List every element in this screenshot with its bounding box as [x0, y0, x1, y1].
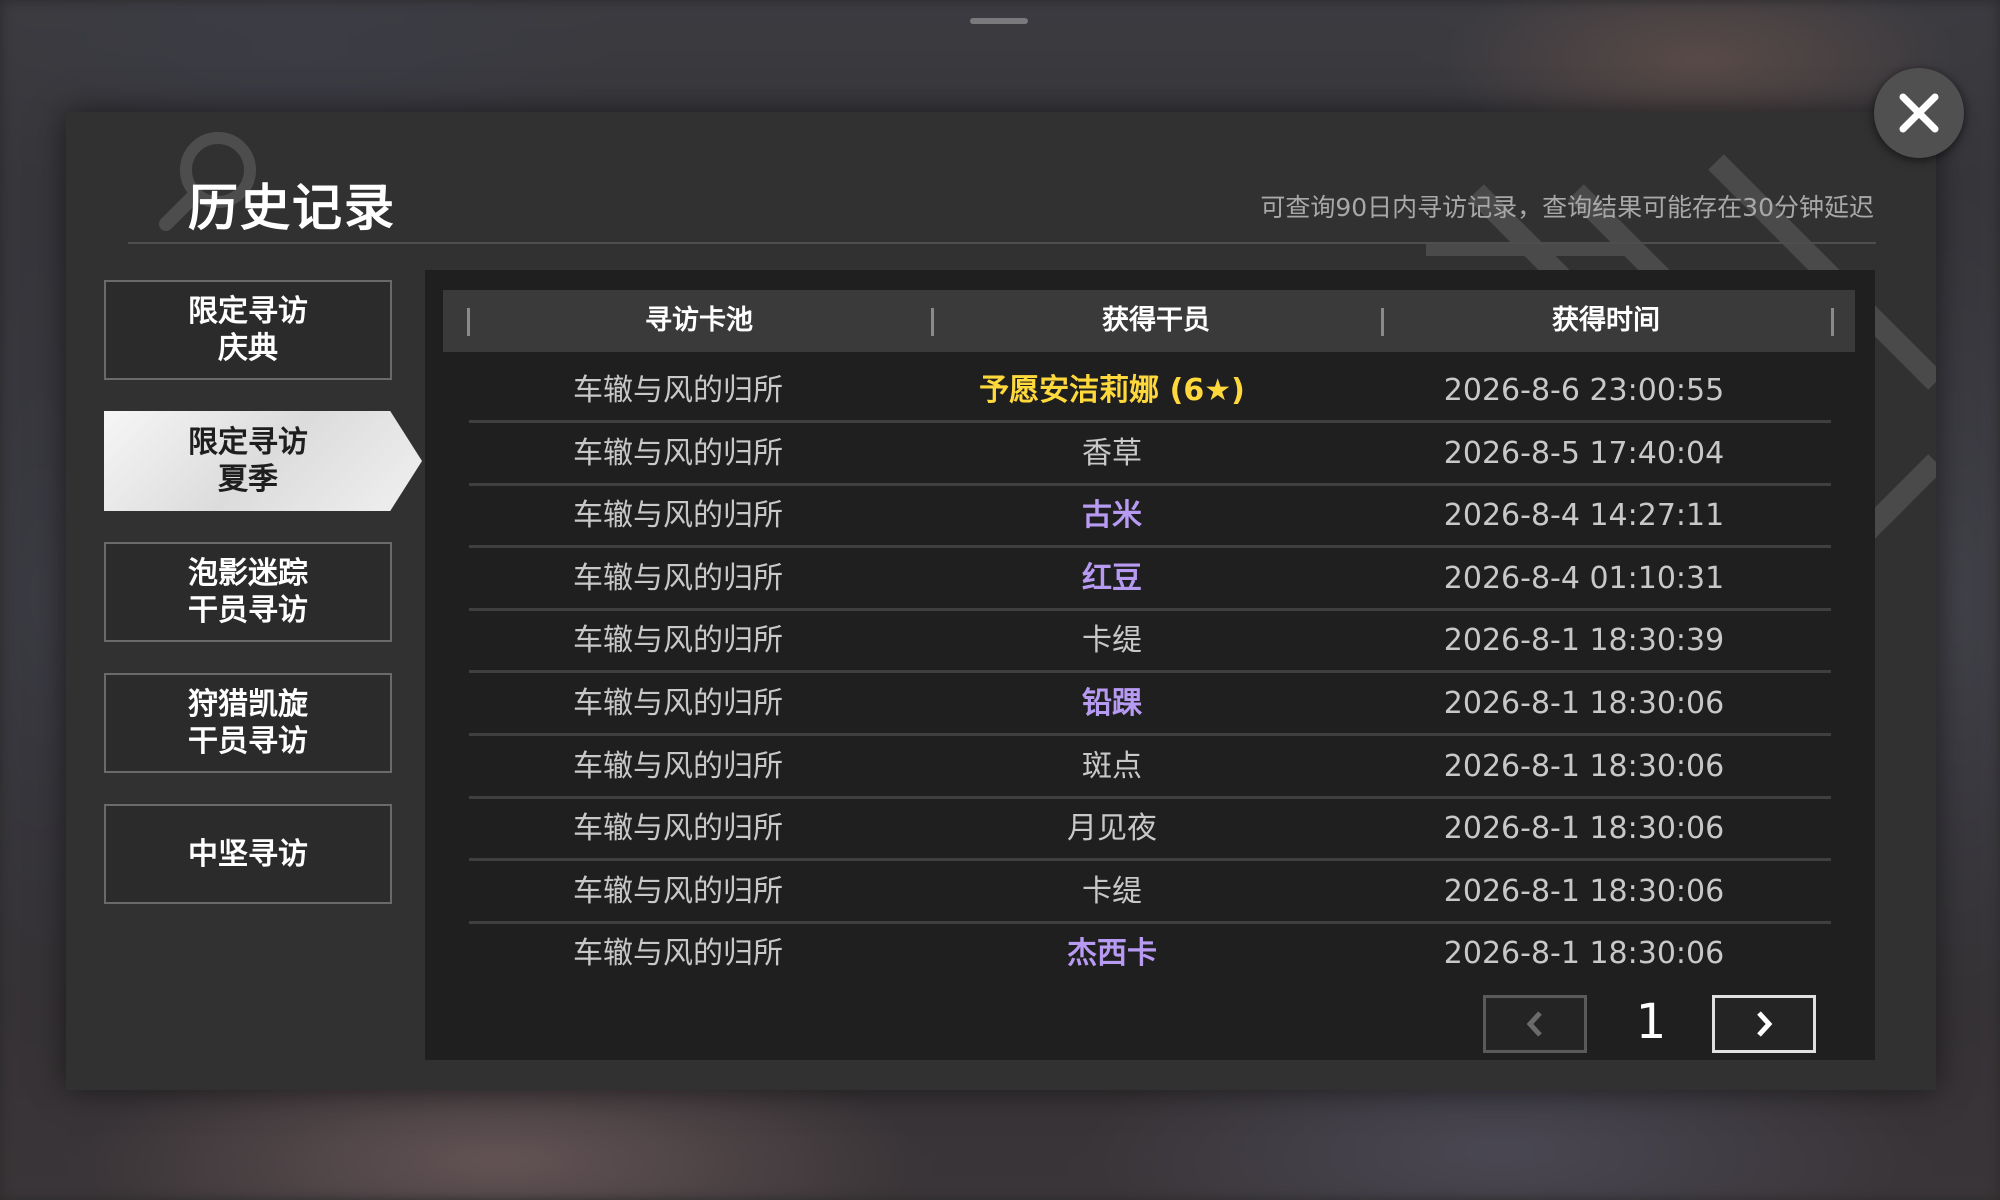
row-pool: 车辙与风的归所: [573, 623, 783, 659]
pool-tab-label: 泡影迷踪 干员寻访: [188, 556, 308, 628]
table-row: 车辙与风的归所 予愿安洁莉娜 (6★) 2026-8-6 23:00:55: [469, 362, 1831, 423]
pool-tab-limited-summer[interactable]: 限定寻访 夏季: [104, 411, 422, 511]
pool-tab-label: 限定寻访 庆典: [188, 294, 308, 366]
pool-tab-core-headhunt[interactable]: 中坚寻访: [104, 804, 392, 904]
row-operator: 杰西卡: [1067, 936, 1157, 972]
row-operator: 斑点: [1082, 748, 1142, 784]
row-pool: 车辙与风的归所: [573, 373, 783, 408]
close-icon: [1899, 93, 1939, 133]
close-button[interactable]: [1874, 68, 1964, 158]
table-row: 车辙与风的归所 古米 2026-8-4 14:27:11: [469, 487, 1831, 549]
row-time: 2026-8-1 18:30:06: [1443, 811, 1725, 847]
pool-tab-label: 中坚寻访: [188, 836, 308, 872]
pool-tab-label: 限定寻访 夏季: [188, 425, 308, 497]
header-time: 获得时间: [1552, 305, 1660, 336]
title-divider: [128, 242, 1876, 244]
table-row: 车辙与风的归所 月见夜 2026-8-1 18:30:06: [469, 800, 1831, 862]
row-pool: 车辙与风的归所: [573, 560, 783, 596]
top-drag-handle[interactable]: [970, 18, 1028, 24]
table-row: 车辙与风的归所 红豆 2026-8-4 01:10:31: [469, 550, 1831, 611]
row-operator: 卡缇: [1082, 873, 1142, 909]
chevron-left-icon: [1526, 1011, 1542, 1037]
pool-tab-limited-celebration[interactable]: 限定寻访 庆典: [104, 280, 392, 380]
header-separator: [1831, 308, 1834, 336]
row-time: 2026-8-1 18:30:06: [1443, 873, 1725, 909]
row-time: 2026-8-4 01:10:31: [1443, 560, 1725, 596]
table-row: 车辙与风的归所 卡缇 2026-8-1 18:30:39: [469, 612, 1831, 674]
next-page-button[interactable]: [1712, 995, 1816, 1053]
row-time: 2026-8-1 18:30:06: [1443, 748, 1725, 784]
table-row: 车辙与风的归所 香草 2026-8-5 17:40:04: [469, 425, 1831, 486]
row-pool: 车辙与风的归所: [573, 748, 783, 784]
row-pool: 车辙与风的归所: [573, 498, 783, 534]
pool-tab-hunting-triumph[interactable]: 狩猎凯旋 干员寻访: [104, 673, 392, 773]
row-pool: 车辙与风的归所: [573, 685, 783, 721]
row-pool: 车辙与风的归所: [573, 873, 783, 909]
header-pool: 寻访卡池: [645, 305, 753, 336]
row-time: 2026-8-4 14:27:11: [1443, 498, 1725, 534]
history-table: 寻访卡池 获得干员 获得时间 车辙与风的归所 予愿安洁莉娜 (6★) 2026-…: [425, 270, 1875, 1060]
row-operator: 古米: [1082, 498, 1142, 534]
chevron-right-icon: [1757, 1011, 1773, 1037]
table-rows: 车辙与风的归所 予愿安洁莉娜 (6★) 2026-8-6 23:00:55 车辙…: [469, 362, 1831, 988]
row-time: 2026-8-6 23:00:55: [1443, 373, 1725, 408]
header-operator: 获得干员: [1102, 305, 1210, 336]
table-row: 车辙与风的归所 铅踝 2026-8-1 18:30:06: [469, 675, 1831, 736]
pool-tab-label: 狩猎凯旋 干员寻访: [188, 687, 308, 759]
query-notice: 可查询90日内寻访记录，查询结果可能存在30分钟延迟: [1260, 193, 1874, 222]
row-operator: 香草: [1082, 435, 1142, 471]
row-operator: 月见夜: [1067, 811, 1157, 847]
row-time: 2026-8-5 17:40:04: [1443, 435, 1725, 471]
row-time: 2026-8-1 18:30:06: [1443, 685, 1725, 721]
prev-page-button[interactable]: [1483, 995, 1587, 1053]
table-row: 车辙与风的归所 卡缇 2026-8-1 18:30:06: [469, 863, 1831, 924]
row-pool: 车辙与风的归所: [573, 936, 783, 972]
row-operator: 红豆: [1082, 560, 1142, 596]
history-panel: 历史记录 可查询90日内寻访记录，查询结果可能存在30分钟延迟 限定寻访 庆典 …: [66, 112, 1936, 1090]
page-title: 历史记录: [188, 179, 396, 237]
pool-tab-bubble-trail[interactable]: 泡影迷踪 干员寻访: [104, 542, 392, 642]
table-row: 车辙与风的归所 斑点 2026-8-1 18:30:06: [469, 738, 1831, 799]
row-time: 2026-8-1 18:30:39: [1443, 623, 1725, 659]
table-header: 寻访卡池 获得干员 获得时间: [443, 290, 1855, 352]
row-operator: 予愿安洁莉娜 (6★): [979, 373, 1245, 408]
row-operator: 铅踝: [1082, 685, 1142, 721]
row-pool: 车辙与风的归所: [573, 811, 783, 847]
table-row: 车辙与风的归所 杰西卡 2026-8-1 18:30:06: [469, 925, 1831, 986]
row-pool: 车辙与风的归所: [573, 435, 783, 471]
row-time: 2026-8-1 18:30:06: [1443, 936, 1725, 972]
page-number: 1: [1635, 994, 1667, 1050]
row-operator: 卡缇: [1082, 623, 1142, 659]
